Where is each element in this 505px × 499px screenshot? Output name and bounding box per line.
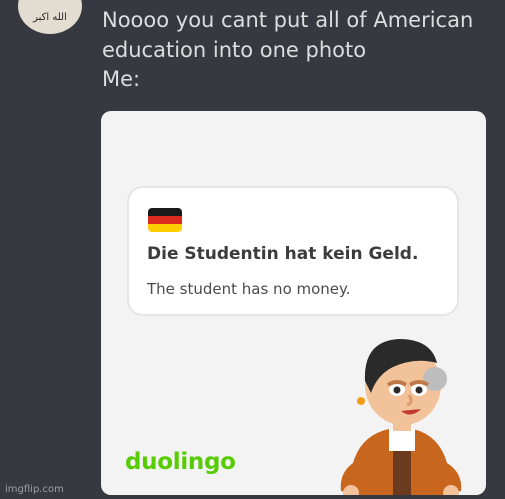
- german-sentence: Die Studentin hat kein Geld.: [147, 244, 419, 264]
- character-illustration-icon: [340, 339, 462, 495]
- german-flag-icon: [148, 208, 182, 232]
- message-text: Noooo you cant put all of American educa…: [102, 6, 497, 95]
- avatar-text: الله اکبر: [33, 12, 67, 23]
- message-line: Me:: [102, 67, 141, 91]
- message-line: education into one photo: [102, 37, 367, 62]
- duolingo-logo: duolingo: [125, 449, 236, 475]
- watermark: imgflip.com: [5, 484, 64, 495]
- speech-bubble: Die Studentin hat kein Geld. The student…: [127, 186, 459, 316]
- attached-image[interactable]: Die Studentin hat kein Geld. The student…: [101, 111, 486, 495]
- avatar[interactable]: الله اکبر: [18, 0, 82, 34]
- english-translation: The student has no money.: [147, 280, 351, 298]
- message-line: Noooo you cant put all of American: [102, 8, 474, 32]
